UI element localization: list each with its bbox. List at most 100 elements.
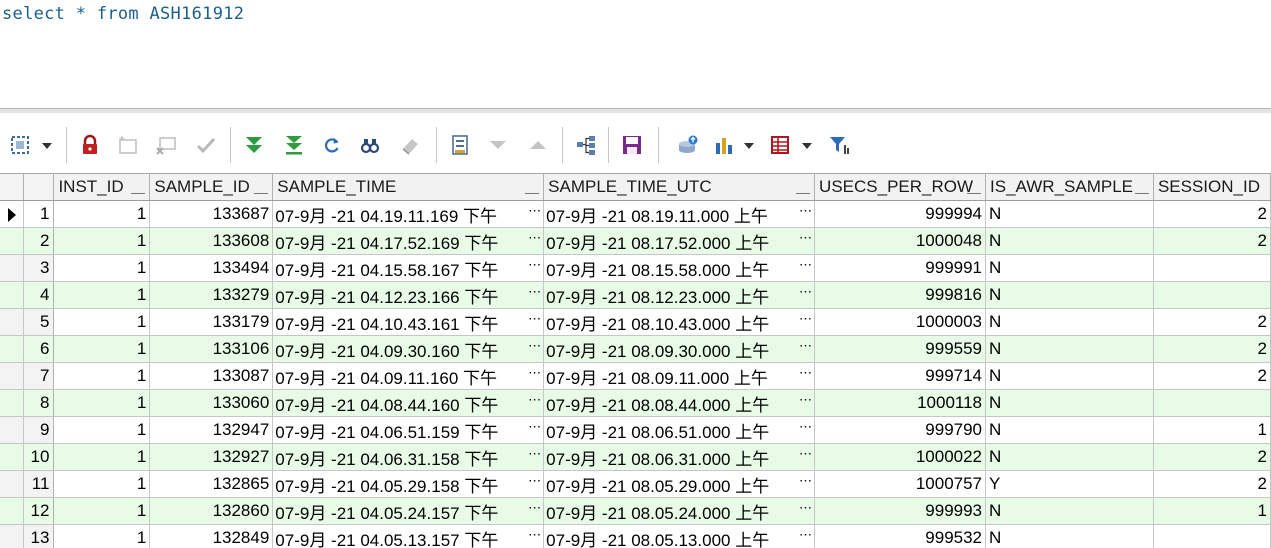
row-indicator[interactable] xyxy=(0,498,24,525)
cell-editor-button[interactable]: ⋯ xyxy=(799,203,811,219)
cell-editor-button[interactable]: ⋯ xyxy=(528,203,540,219)
chart-icon[interactable] xyxy=(712,133,736,157)
sql-text[interactable]: select * from ASH161912 xyxy=(2,4,244,24)
cell-sample-time[interactable]: 07-9月 -21 04.09.30.160 下午⋯ xyxy=(273,336,544,363)
cell-is-awr-sample[interactable]: N xyxy=(986,201,1154,228)
row-number[interactable]: 8 xyxy=(24,390,54,417)
cell-sample-time-utc[interactable]: 07-9月 -21 08.08.44.000 上午⋯ xyxy=(544,390,815,417)
cell-inst-id[interactable]: 1 xyxy=(54,255,150,282)
cell-inst-id[interactable]: 1 xyxy=(54,201,150,228)
cell-sample-id[interactable]: 133060 xyxy=(150,390,273,417)
cell-usecs-per-row[interactable]: 999991 xyxy=(815,255,986,282)
column-header[interactable]: SESSION_ID xyxy=(1153,174,1270,201)
cell-session-id[interactable]: 2 xyxy=(1153,363,1270,390)
previous-record-icon[interactable] xyxy=(526,133,550,157)
table-row[interactable]: 6113310607-9月 -21 04.09.30.160 下午⋯07-9月 … xyxy=(0,336,1271,363)
cell-inst-id[interactable]: 1 xyxy=(54,390,150,417)
find-icon[interactable] xyxy=(358,133,382,157)
cell-editor-button[interactable]: ⋯ xyxy=(528,338,540,354)
row-indicator[interactable] xyxy=(0,309,24,336)
row-number[interactable]: 9 xyxy=(24,417,54,444)
cell-editor-button[interactable]: ⋯ xyxy=(799,527,811,543)
cell-is-awr-sample[interactable]: N xyxy=(986,228,1154,255)
save-icon[interactable] xyxy=(620,133,644,157)
cell-usecs-per-row[interactable]: 1000048 xyxy=(815,228,986,255)
cell-session-id[interactable] xyxy=(1153,525,1270,548)
cell-sample-time-utc[interactable]: 07-9月 -21 08.10.43.000 上午⋯ xyxy=(544,309,815,336)
cell-inst-id[interactable]: 1 xyxy=(54,228,150,255)
cell-inst-id[interactable]: 1 xyxy=(54,471,150,498)
cell-editor-button[interactable]: ⋯ xyxy=(799,365,811,381)
cell-usecs-per-row[interactable]: 1000022 xyxy=(815,444,986,471)
cell-editor-button[interactable]: ⋯ xyxy=(799,311,811,327)
table-row[interactable]: 1113368707-9月 -21 04.19.11.169 下午⋯07-9月 … xyxy=(0,201,1271,228)
cell-sample-time[interactable]: 07-9月 -21 04.15.58.167 下午⋯ xyxy=(273,255,544,282)
header-corner[interactable] xyxy=(0,174,24,201)
cell-editor-button[interactable]: ⋯ xyxy=(528,419,540,435)
cell-sample-time[interactable]: 07-9月 -21 04.05.29.158 下午⋯ xyxy=(273,471,544,498)
table-row[interactable]: 7113308707-9月 -21 04.09.11.160 下午⋯07-9月 … xyxy=(0,363,1271,390)
row-number[interactable]: 5 xyxy=(24,309,54,336)
cell-sample-time-utc[interactable]: 07-9月 -21 08.12.23.000 上午⋯ xyxy=(544,282,815,309)
row-number[interactable]: 1 xyxy=(24,201,54,228)
cell-is-awr-sample[interactable]: N xyxy=(986,390,1154,417)
table-row[interactable]: 2113360807-9月 -21 04.17.52.169 下午⋯07-9月 … xyxy=(0,228,1271,255)
fetch-next-icon[interactable] xyxy=(242,133,266,157)
cell-sample-time[interactable]: 07-9月 -21 04.05.24.157 下午⋯ xyxy=(273,498,544,525)
cell-sample-time[interactable]: 07-9月 -21 04.12.23.166 下午⋯ xyxy=(273,282,544,309)
cell-sample-id[interactable]: 133608 xyxy=(150,228,273,255)
cell-is-awr-sample[interactable]: N xyxy=(986,363,1154,390)
row-indicator[interactable] xyxy=(0,525,24,548)
cell-inst-id[interactable]: 1 xyxy=(54,363,150,390)
row-indicator[interactable] xyxy=(0,471,24,498)
fetch-last-icon[interactable] xyxy=(282,133,306,157)
next-record-icon[interactable] xyxy=(486,133,510,157)
cell-sample-id[interactable]: 133279 xyxy=(150,282,273,309)
row-number[interactable]: 7 xyxy=(24,363,54,390)
cell-usecs-per-row[interactable]: 999559 xyxy=(815,336,986,363)
cell-editor-button[interactable]: ⋯ xyxy=(528,500,540,516)
clear-icon[interactable] xyxy=(398,133,422,157)
cell-editor-button[interactable]: ⋯ xyxy=(528,392,540,408)
cell-sample-time[interactable]: 07-9月 -21 04.10.43.161 下午⋯ xyxy=(273,309,544,336)
row-indicator[interactable] xyxy=(0,282,24,309)
header-rownum[interactable] xyxy=(24,174,54,201)
cell-sample-id[interactable]: 132865 xyxy=(150,471,273,498)
cell-editor-button[interactable]: ⋯ xyxy=(528,284,540,300)
insert-record-icon[interactable] xyxy=(116,133,140,157)
cell-inst-id[interactable]: 1 xyxy=(54,444,150,471)
cell-editor-button[interactable]: ⋯ xyxy=(799,446,811,462)
cell-session-id[interactable]: 2 xyxy=(1153,336,1270,363)
row-number[interactable]: 6 xyxy=(24,336,54,363)
column-header[interactable]: SAMPLE_TIME_UTC xyxy=(544,174,815,201)
cell-session-id[interactable]: 2 xyxy=(1153,444,1270,471)
query-by-example-icon[interactable] xyxy=(574,133,598,157)
cell-inst-id[interactable]: 1 xyxy=(54,498,150,525)
row-indicator[interactable] xyxy=(0,201,24,228)
cell-sample-time-utc[interactable]: 07-9月 -21 08.15.58.000 上午⋯ xyxy=(544,255,815,282)
cell-is-awr-sample[interactable]: N xyxy=(986,309,1154,336)
lock-icon[interactable] xyxy=(78,133,102,157)
export-icon[interactable] xyxy=(676,133,700,157)
row-number[interactable]: 11 xyxy=(24,471,54,498)
cell-editor-button[interactable]: ⋯ xyxy=(528,527,540,543)
cell-session-id[interactable] xyxy=(1153,282,1270,309)
cell-session-id[interactable]: 2 xyxy=(1153,201,1270,228)
cell-sample-time[interactable]: 07-9月 -21 04.08.44.160 下午⋯ xyxy=(273,390,544,417)
cell-usecs-per-row[interactable]: 999993 xyxy=(815,498,986,525)
column-header[interactable]: SAMPLE_TIME xyxy=(273,174,544,201)
cell-session-id[interactable]: 1 xyxy=(1153,498,1270,525)
cell-sample-time[interactable]: 07-9月 -21 04.06.31.158 下午⋯ xyxy=(273,444,544,471)
cell-editor-button[interactable]: ⋯ xyxy=(799,500,811,516)
cell-editor-button[interactable]: ⋯ xyxy=(799,473,811,489)
column-header[interactable]: USECS_PER_ROW xyxy=(815,174,986,201)
cell-sample-id[interactable]: 132849 xyxy=(150,525,273,548)
cell-is-awr-sample[interactable]: N xyxy=(986,417,1154,444)
cell-sample-time-utc[interactable]: 07-9月 -21 08.06.31.000 上午⋯ xyxy=(544,444,815,471)
row-number[interactable]: 4 xyxy=(24,282,54,309)
cell-usecs-per-row[interactable]: 999816 xyxy=(815,282,986,309)
cell-sample-time-utc[interactable]: 07-9月 -21 08.05.13.000 上午⋯ xyxy=(544,525,815,548)
table-row[interactable]: 10113292707-9月 -21 04.06.31.158 下午⋯07-9月… xyxy=(0,444,1271,471)
sql-editor[interactable]: select * from ASH161912 xyxy=(0,0,1271,108)
cell-editor-button[interactable]: ⋯ xyxy=(528,311,540,327)
